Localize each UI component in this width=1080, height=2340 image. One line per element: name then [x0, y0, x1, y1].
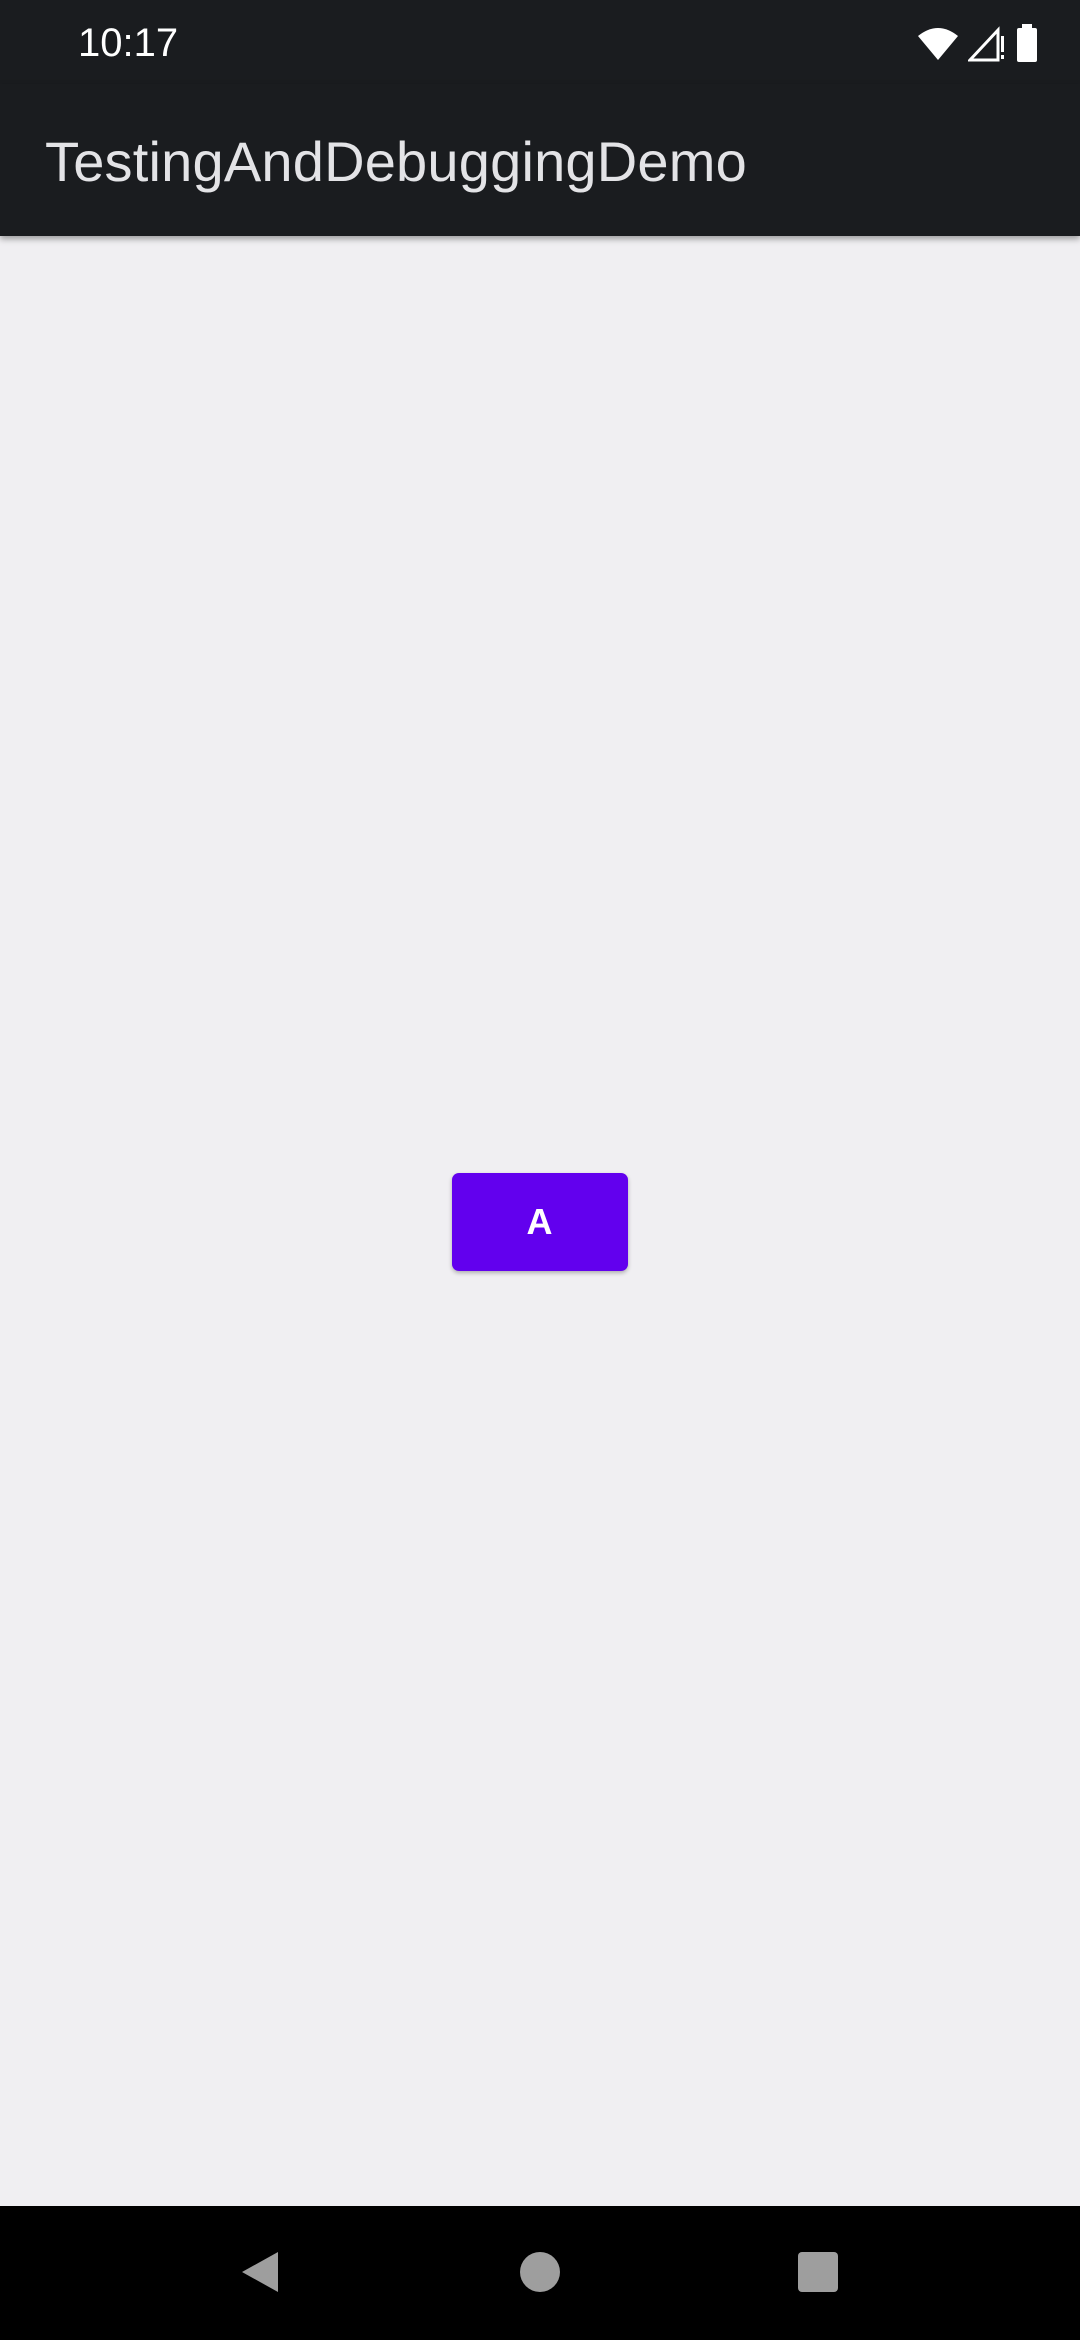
phone-screen: 10:17 TestingAndDebuggingDemo A [0, 0, 1080, 2340]
app-title: TestingAndDebuggingDemo [45, 130, 747, 193]
home-icon [518, 2250, 562, 2299]
status-time: 10:17 [78, 21, 179, 65]
back-button[interactable] [210, 2226, 310, 2322]
button-a[interactable]: A [452, 1173, 628, 1271]
battery-icon [1014, 24, 1040, 64]
status-icons [916, 24, 1040, 64]
app-bar: TestingAndDebuggingDemo [0, 84, 1080, 236]
wifi-icon [916, 26, 960, 62]
recents-button[interactable] [768, 2226, 868, 2322]
home-button[interactable] [490, 2226, 590, 2322]
navigation-bar [0, 2206, 1080, 2340]
back-icon [238, 2248, 282, 2301]
main-content: A [0, 236, 1080, 2206]
cell-signal-icon [968, 26, 1006, 62]
status-bar: 10:17 [0, 0, 1080, 84]
recents-icon [796, 2250, 840, 2299]
